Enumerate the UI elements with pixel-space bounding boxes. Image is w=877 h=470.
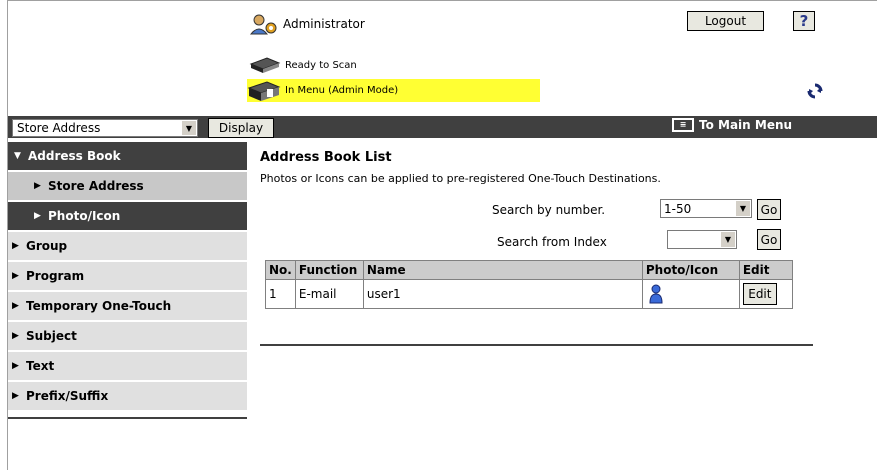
triangle-right-icon: ▶ — [34, 181, 41, 191]
sidebar-item-label: Address Book — [28, 149, 121, 163]
cell-edit: Edit — [738, 279, 793, 309]
triangle-right-icon: ▶ — [12, 271, 19, 281]
go-index-button[interactable]: Go — [757, 229, 781, 250]
chevron-down-icon: ▼ — [721, 232, 735, 247]
printer-mode-icon — [247, 80, 281, 101]
column-header-no: No. — [265, 260, 296, 280]
sidebar-item-label: Program — [26, 269, 85, 283]
sidebar-item-text[interactable]: ▶ Text — [8, 352, 247, 380]
cell-function: E-mail — [294, 279, 364, 309]
sidebar-item-label: Subject — [26, 329, 77, 343]
display-button[interactable]: Display — [208, 118, 274, 138]
sidebar-item-label: Group — [26, 239, 68, 253]
cell-no: 1 — [265, 279, 296, 309]
help-button[interactable]: ? — [793, 11, 815, 31]
sidebar-item-program[interactable]: ▶ Program — [8, 262, 247, 290]
admin-gear-icon — [249, 14, 277, 35]
person-icon — [649, 284, 663, 304]
admin-user: Administrator — [249, 13, 365, 35]
edit-button[interactable]: Edit — [742, 283, 777, 305]
sidebar-item-store-address[interactable]: ▶ Store Address — [8, 172, 247, 200]
search-index-select[interactable]: ▼ — [667, 230, 737, 249]
cell-name: user1 — [362, 279, 643, 309]
search-number-label: Search by number. — [492, 203, 606, 217]
status-mode-bar: In Menu (Admin Mode) — [247, 79, 540, 102]
sidebar-item-label: Photo/Icon — [48, 209, 121, 223]
search-number-value: 1-50 — [664, 201, 692, 216]
sidebar-item-temporary-one-touch[interactable]: ▶ Temporary One-Touch — [8, 292, 247, 320]
function-select[interactable]: Store Address ▼ — [12, 119, 198, 137]
chevron-down-icon: ▼ — [182, 121, 196, 135]
column-header-photo-icon: Photo/Icon — [641, 260, 740, 280]
column-header-function: Function — [294, 260, 364, 280]
chevron-down-icon: ▼ — [736, 201, 750, 216]
status-ready: Ready to Scan — [249, 56, 357, 74]
table-row: 1 E-mail user1 Edit — [265, 279, 793, 309]
sidebar: ▼ Address Book ▶ Store Address ▶ Photo/I… — [8, 142, 247, 412]
status-ready-label: Ready to Scan — [285, 59, 357, 71]
content-divider — [260, 344, 813, 346]
sidebar-item-label: Prefix/Suffix — [26, 389, 109, 403]
sidebar-divider — [8, 417, 247, 419]
column-header-edit: Edit — [738, 260, 793, 280]
sidebar-item-label: Temporary One-Touch — [26, 299, 172, 313]
search-index-label: Search from Index — [497, 235, 607, 249]
sidebar-item-label: Text — [26, 359, 55, 373]
sidebar-item-address-book[interactable]: ▼ Address Book — [8, 142, 247, 170]
page-description: Photos or Icons can be applied to pre-re… — [260, 172, 661, 185]
sidebar-item-prefix-suffix[interactable]: ▶ Prefix/Suffix — [8, 382, 247, 410]
frame-border-top — [7, 0, 877, 1]
main-menu-icon: ≡ — [672, 118, 694, 132]
sidebar-item-label: Store Address — [48, 179, 144, 193]
main-menu-link[interactable]: ≡ To Main Menu — [672, 118, 792, 132]
triangle-right-icon: ▶ — [12, 331, 19, 341]
sidebar-item-group[interactable]: ▶ Group — [8, 232, 247, 260]
main-menu-label: To Main Menu — [699, 118, 793, 132]
function-select-value: Store Address — [17, 121, 101, 135]
triangle-right-icon: ▶ — [12, 301, 19, 311]
admin-label: Administrator — [283, 17, 365, 31]
sidebar-item-subject[interactable]: ▶ Subject — [8, 322, 247, 350]
status-mode-label: In Menu (Admin Mode) — [285, 85, 399, 96]
scanner-icon — [249, 57, 281, 73]
search-number-select[interactable]: 1-50 ▼ — [660, 199, 752, 218]
address-book-table: No. Function Name Photo/Icon Edit 1 E-ma… — [265, 260, 793, 309]
logout-button[interactable]: Logout — [687, 11, 764, 31]
triangle-right-icon: ▶ — [12, 391, 19, 401]
column-header-name: Name — [362, 260, 643, 280]
triangle-right-icon: ▶ — [12, 241, 19, 251]
refresh-icon[interactable] — [806, 82, 824, 100]
triangle-right-icon: ▶ — [12, 361, 19, 371]
page-title: Address Book List — [260, 150, 392, 165]
sidebar-item-photo-icon[interactable]: ▶ Photo/Icon — [8, 202, 247, 230]
table-header-row: No. Function Name Photo/Icon Edit — [265, 260, 793, 280]
cell-photo-icon — [641, 279, 740, 309]
go-number-button[interactable]: Go — [757, 199, 781, 220]
triangle-down-icon: ▼ — [14, 151, 21, 161]
triangle-right-icon: ▶ — [34, 211, 41, 221]
